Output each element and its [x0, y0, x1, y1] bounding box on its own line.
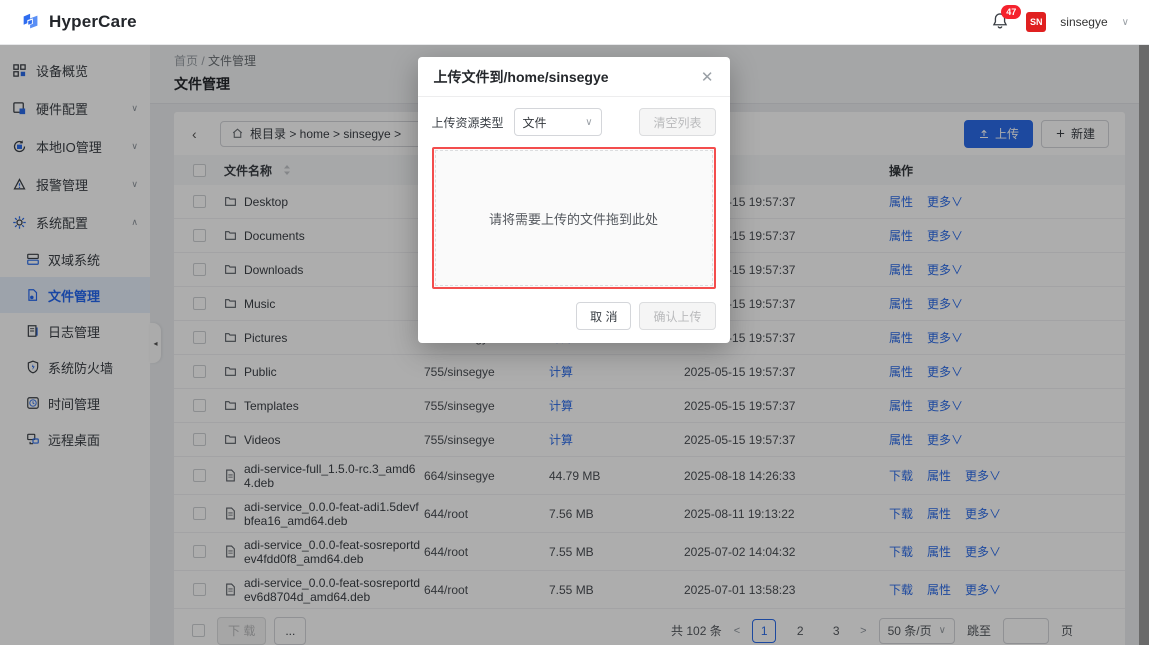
file-dropzone[interactable]: 请将需要上传的文件拖到此处 — [431, 147, 716, 289]
clear-list-button[interactable]: 清空列表 — [639, 108, 716, 136]
app-header: HyperCare 47 SN sinsegye ∨ — [0, 0, 1149, 45]
cancel-button[interactable]: 取 消 — [576, 302, 632, 330]
close-icon[interactable]: ✕ — [701, 70, 714, 85]
upload-dialog: 上传文件到/home/sinsegye ✕ 上传资源类型 文件 ∨ 清空列表 请… — [417, 57, 730, 343]
upload-type-select[interactable]: 文件 ∨ — [513, 108, 602, 136]
upload-type-label: 上传资源类型 — [431, 115, 504, 130]
notifications-button[interactable]: 47 — [990, 5, 1022, 33]
avatar[interactable]: SN — [1026, 12, 1047, 32]
confirm-upload-button[interactable]: 确认上传 — [639, 302, 716, 330]
brand: HyperCare — [20, 11, 137, 33]
username: sinsegye — [1060, 15, 1108, 29]
dropzone-hint: 请将需要上传的文件拖到此处 — [488, 211, 658, 227]
hypercare-logo-icon — [20, 11, 42, 33]
notification-badge: 47 — [1001, 5, 1022, 19]
chevron-down-icon[interactable]: ∨ — [1122, 17, 1129, 28]
brand-name: HyperCare — [49, 12, 137, 31]
chevron-down-icon: ∨ — [585, 116, 593, 128]
dialog-title: 上传文件到/home/sinsegye — [433, 69, 609, 85]
